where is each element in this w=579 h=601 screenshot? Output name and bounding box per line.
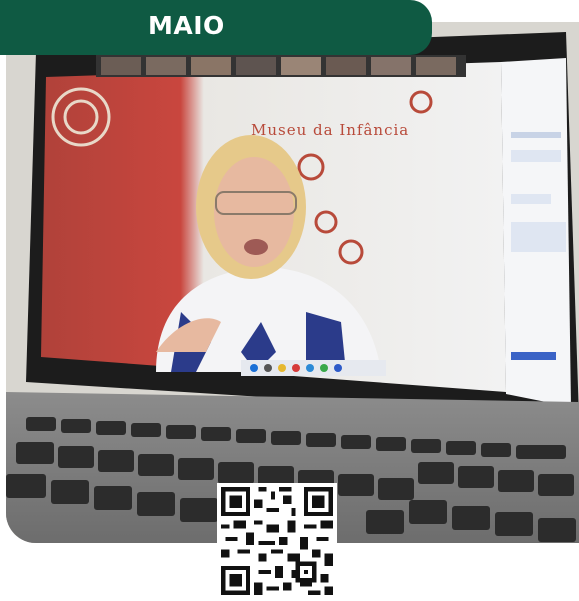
video-call-photo: Museu da Infância	[6, 22, 579, 543]
laptop-scene	[6, 22, 579, 543]
month-label: MAIO	[148, 11, 225, 40]
qr-code-icon	[217, 483, 337, 599]
month-badge: MAIO	[0, 0, 432, 55]
museum-sign: Museu da Infância	[251, 121, 410, 139]
